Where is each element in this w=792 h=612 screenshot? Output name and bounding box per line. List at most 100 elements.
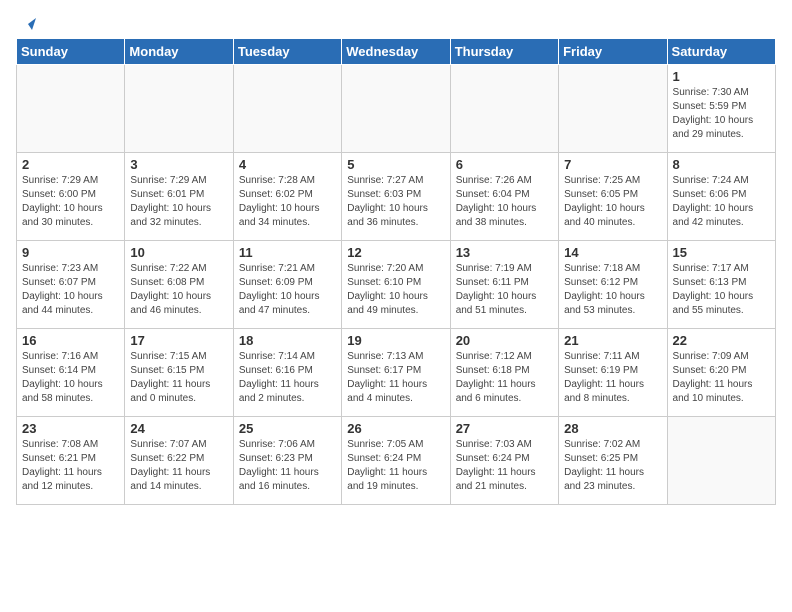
day-info: Sunrise: 7:21 AM Sunset: 6:09 PM Dayligh… [239,262,336,318]
day-info: Sunrise: 7:18 AM Sunset: 6:12 PM Dayligh… [564,262,661,318]
day-info: Sunrise: 7:12 AM Sunset: 6:18 PM Dayligh… [456,350,553,406]
day-info: Sunrise: 7:15 AM Sunset: 6:15 PM Dayligh… [130,350,227,406]
page-header [16,16,776,30]
calendar-cell: 13 Sunrise: 7:19 AM Sunset: 6:11 PM Dayli… [450,241,558,329]
calendar-cell [17,65,125,153]
calendar-cell [559,65,667,153]
calendar-cell: 26 Sunrise: 7:05 AM Sunset: 6:24 PM Dayli… [342,417,450,505]
day-number: 18 [239,333,336,348]
calendar-cell: 24 Sunrise: 7:07 AM Sunset: 6:22 PM Dayli… [125,417,233,505]
calendar-cell: 25 Sunrise: 7:06 AM Sunset: 6:23 PM Dayli… [233,417,341,505]
day-number: 8 [673,157,770,172]
day-info: Sunrise: 7:22 AM Sunset: 6:08 PM Dayligh… [130,262,227,318]
day-number: 5 [347,157,444,172]
day-info: Sunrise: 7:28 AM Sunset: 6:02 PM Dayligh… [239,174,336,230]
day-number: 24 [130,421,227,436]
calendar-header-tuesday: Tuesday [233,39,341,65]
day-info: Sunrise: 7:19 AM Sunset: 6:11 PM Dayligh… [456,262,553,318]
calendar-header-monday: Monday [125,39,233,65]
calendar-cell: 21 Sunrise: 7:11 AM Sunset: 6:19 PM Dayli… [559,329,667,417]
calendar-cell [125,65,233,153]
calendar-cell: 1 Sunrise: 7:30 AM Sunset: 5:59 PM Daylig… [667,65,775,153]
day-number: 14 [564,245,661,260]
day-number: 13 [456,245,553,260]
day-number: 20 [456,333,553,348]
day-number: 16 [22,333,119,348]
calendar-cell [450,65,558,153]
calendar-cell: 28 Sunrise: 7:02 AM Sunset: 6:25 PM Dayli… [559,417,667,505]
day-info: Sunrise: 7:24 AM Sunset: 6:06 PM Dayligh… [673,174,770,230]
calendar-week-row: 9Sunrise: 7:23 AM Sunset: 6:07 PM Daylig… [17,241,776,329]
day-info: Sunrise: 7:30 AM Sunset: 5:59 PM Dayligh… [673,86,770,142]
calendar-cell [342,65,450,153]
calendar-cell: 20 Sunrise: 7:12 AM Sunset: 6:18 PM Dayli… [450,329,558,417]
day-number: 15 [673,245,770,260]
calendar-cell: 8 Sunrise: 7:24 AM Sunset: 6:06 PM Daylig… [667,153,775,241]
day-number: 4 [239,157,336,172]
day-number: 28 [564,421,661,436]
calendar-cell: 18 Sunrise: 7:14 AM Sunset: 6:16 PM Dayli… [233,329,341,417]
day-info: Sunrise: 7:29 AM Sunset: 6:00 PM Dayligh… [22,174,119,230]
calendar-header-friday: Friday [559,39,667,65]
day-info: Sunrise: 7:27 AM Sunset: 6:03 PM Dayligh… [347,174,444,230]
day-info: Sunrise: 7:06 AM Sunset: 6:23 PM Dayligh… [239,438,336,494]
day-number: 7 [564,157,661,172]
day-number: 22 [673,333,770,348]
day-info: Sunrise: 7:25 AM Sunset: 6:05 PM Dayligh… [564,174,661,230]
day-info: Sunrise: 7:08 AM Sunset: 6:21 PM Dayligh… [22,438,119,494]
calendar-cell: 17 Sunrise: 7:15 AM Sunset: 6:15 PM Dayli… [125,329,233,417]
day-number: 6 [456,157,553,172]
calendar-cell: 6 Sunrise: 7:26 AM Sunset: 6:04 PM Daylig… [450,153,558,241]
calendar-cell: 5 Sunrise: 7:27 AM Sunset: 6:03 PM Daylig… [342,153,450,241]
calendar-header-wednesday: Wednesday [342,39,450,65]
calendar-cell: 14 Sunrise: 7:18 AM Sunset: 6:12 PM Dayli… [559,241,667,329]
calendar-cell: 7 Sunrise: 7:25 AM Sunset: 6:05 PM Daylig… [559,153,667,241]
day-info: Sunrise: 7:16 AM Sunset: 6:14 PM Dayligh… [22,350,119,406]
calendar-cell [667,417,775,505]
day-number: 23 [22,421,119,436]
day-number: 3 [130,157,227,172]
day-info: Sunrise: 7:03 AM Sunset: 6:24 PM Dayligh… [456,438,553,494]
calendar-header-saturday: Saturday [667,39,775,65]
day-number: 27 [456,421,553,436]
day-info: Sunrise: 7:07 AM Sunset: 6:22 PM Dayligh… [130,438,227,494]
day-number: 9 [22,245,119,260]
day-number: 19 [347,333,444,348]
day-info: Sunrise: 7:20 AM Sunset: 6:10 PM Dayligh… [347,262,444,318]
day-info: Sunrise: 7:29 AM Sunset: 6:01 PM Dayligh… [130,174,227,230]
calendar-header-thursday: Thursday [450,39,558,65]
day-number: 1 [673,69,770,84]
day-number: 21 [564,333,661,348]
calendar-header-row: SundayMondayTuesdayWednesdayThursdayFrid… [17,39,776,65]
day-info: Sunrise: 7:09 AM Sunset: 6:20 PM Dayligh… [673,350,770,406]
day-info: Sunrise: 7:14 AM Sunset: 6:16 PM Dayligh… [239,350,336,406]
calendar-cell [233,65,341,153]
calendar-cell: 15 Sunrise: 7:17 AM Sunset: 6:13 PM Dayli… [667,241,775,329]
logo [16,16,36,30]
logo-bird-icon [18,16,36,32]
day-info: Sunrise: 7:02 AM Sunset: 6:25 PM Dayligh… [564,438,661,494]
calendar-cell: 11 Sunrise: 7:21 AM Sunset: 6:09 PM Dayli… [233,241,341,329]
day-info: Sunrise: 7:05 AM Sunset: 6:24 PM Dayligh… [347,438,444,494]
day-info: Sunrise: 7:11 AM Sunset: 6:19 PM Dayligh… [564,350,661,406]
day-info: Sunrise: 7:17 AM Sunset: 6:13 PM Dayligh… [673,262,770,318]
calendar-table: SundayMondayTuesdayWednesdayThursdayFrid… [16,38,776,505]
day-number: 2 [22,157,119,172]
calendar-week-row: 2 Sunrise: 7:29 AM Sunset: 6:00 PM Daylig… [17,153,776,241]
calendar-week-row: 16 Sunrise: 7:16 AM Sunset: 6:14 PM Dayli… [17,329,776,417]
calendar-week-row: 1 Sunrise: 7:30 AM Sunset: 5:59 PM Daylig… [17,65,776,153]
calendar-cell: 22 Sunrise: 7:09 AM Sunset: 6:20 PM Dayli… [667,329,775,417]
calendar-cell: 19Sunrise: 7:13 AM Sunset: 6:17 PM Dayli… [342,329,450,417]
calendar-cell: 3 Sunrise: 7:29 AM Sunset: 6:01 PM Daylig… [125,153,233,241]
day-number: 17 [130,333,227,348]
calendar-cell: 10Sunrise: 7:22 AM Sunset: 6:08 PM Dayli… [125,241,233,329]
calendar-cell: 27 Sunrise: 7:03 AM Sunset: 6:24 PM Dayli… [450,417,558,505]
day-number: 25 [239,421,336,436]
day-number: 26 [347,421,444,436]
calendar-cell: 23 Sunrise: 7:08 AM Sunset: 6:21 PM Dayli… [17,417,125,505]
calendar-week-row: 23 Sunrise: 7:08 AM Sunset: 6:21 PM Dayli… [17,417,776,505]
day-info: Sunrise: 7:26 AM Sunset: 6:04 PM Dayligh… [456,174,553,230]
calendar-cell: 16 Sunrise: 7:16 AM Sunset: 6:14 PM Dayli… [17,329,125,417]
calendar-body: 1 Sunrise: 7:30 AM Sunset: 5:59 PM Daylig… [17,65,776,505]
day-number: 11 [239,245,336,260]
